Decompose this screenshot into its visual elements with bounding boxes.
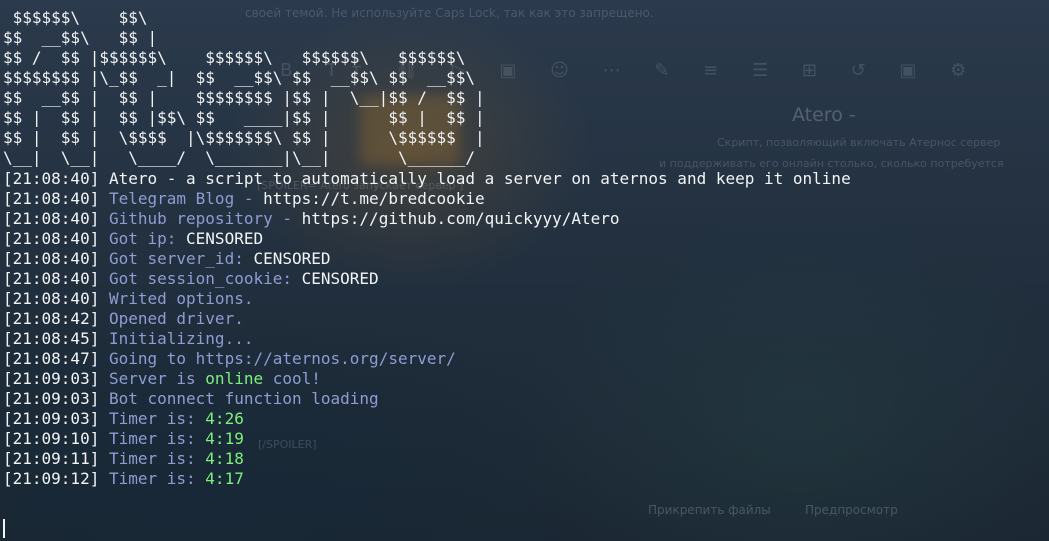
log-line: [21:09:11] Timer is: 4:18 [3,449,1049,469]
log-line: [21:08:40] Got ip: CENSORED [3,229,1049,249]
log-value: CENSORED [186,229,264,248]
log-message: Server is [108,369,206,388]
log-timestamp: [21:09:03] [3,369,100,388]
log-timestamp: [21:08:40] [3,289,100,308]
log-timestamp: [21:08:42] [3,309,100,328]
log-value: https://github.com/quickyyy/Atero [301,209,620,228]
log-message: Atero - a script to automatically load a… [108,169,851,188]
log-line: [21:08:40] Atero - a script to automatic… [3,169,1049,189]
log-timestamp: [21:08:40] [3,189,100,208]
log-line: [21:08:42] Opened driver. [3,309,1049,329]
log-timestamp: [21:09:10] [3,429,100,448]
log-timestamp: [21:09:11] [3,449,100,468]
log-message: Opened driver. [108,309,244,328]
log-line: [21:08:40] Telegram Blog - https://t.me/… [3,189,1049,209]
log-message: Initializing... [108,329,254,348]
log-timestamp: [21:08:40] [3,209,100,228]
log-message: Going to https://aternos.org/server/ [108,349,456,368]
log-message: Telegram Blog - [108,189,264,208]
log-message: Writed options. [108,289,254,308]
log-line: [21:09:03] Server is online cool! [3,369,1049,389]
log-line: [21:09:10] Timer is: 4:19 [3,429,1049,449]
log-timestamp: [21:08:40] [3,229,100,248]
log-message: Got server_id: [108,249,254,268]
log-timestamp: [21:08:40] [3,169,100,188]
text-cursor [3,519,5,538]
log-message: Timer is: [108,469,206,488]
log-value: 4:26 [205,409,244,428]
log-value: CENSORED [253,249,331,268]
log-value: 4:18 [205,449,244,468]
log-line: [21:08:40] Writed options. [3,289,1049,309]
log-message: Bot connect function loading [108,389,379,408]
log-value: online [205,369,264,388]
log-message: Github repository - [108,209,302,228]
log-timestamp: [21:08:47] [3,349,100,368]
ascii-banner: $$$$$$\ $$\ $$ __$$\ $$ | $$ / $$ |$$$$$… [3,8,485,167]
log-timestamp: [21:08:45] [3,329,100,348]
log-timestamp: [21:09:12] [3,469,100,488]
log-message: Got session_cookie: [108,269,302,288]
log-value: 4:17 [205,469,244,488]
log-line: [21:08:40] Got session_cookie: CENSORED [3,269,1049,289]
log-timestamp: [21:08:40] [3,249,100,268]
log-line: [21:08:40] Github repository - https://g… [3,209,1049,229]
log-timestamp: [21:09:03] [3,389,100,408]
log-message: Timer is: [108,429,206,448]
log-line: [21:08:45] Initializing... [3,329,1049,349]
log-output: [21:08:40] Atero - a script to automatic… [3,169,1049,489]
log-line: [21:09:12] Timer is: 4:17 [3,469,1049,489]
log-message: Got ip: [108,229,187,248]
log-timestamp: [21:09:03] [3,409,100,428]
log-message: Timer is: [108,449,206,468]
log-line: [21:09:03] Timer is: 4:26 [3,409,1049,429]
log-value: https://t.me/bredcookie [263,189,485,208]
log-timestamp: [21:08:40] [3,269,100,288]
log-line: [21:08:47] Going to https://aternos.org/… [3,349,1049,369]
log-value: 4:19 [205,429,244,448]
log-line: [21:09:03] Bot connect function loading [3,389,1049,409]
log-line: [21:08:40] Got server_id: CENSORED [3,249,1049,269]
log-value: CENSORED [301,269,379,288]
terminal-window[interactable]: $$$$$$\ $$\ $$ __$$\ $$ | $$ / $$ |$$$$$… [0,0,1049,541]
log-message: Timer is: [108,409,206,428]
log-message-tail: cool! [263,369,321,388]
